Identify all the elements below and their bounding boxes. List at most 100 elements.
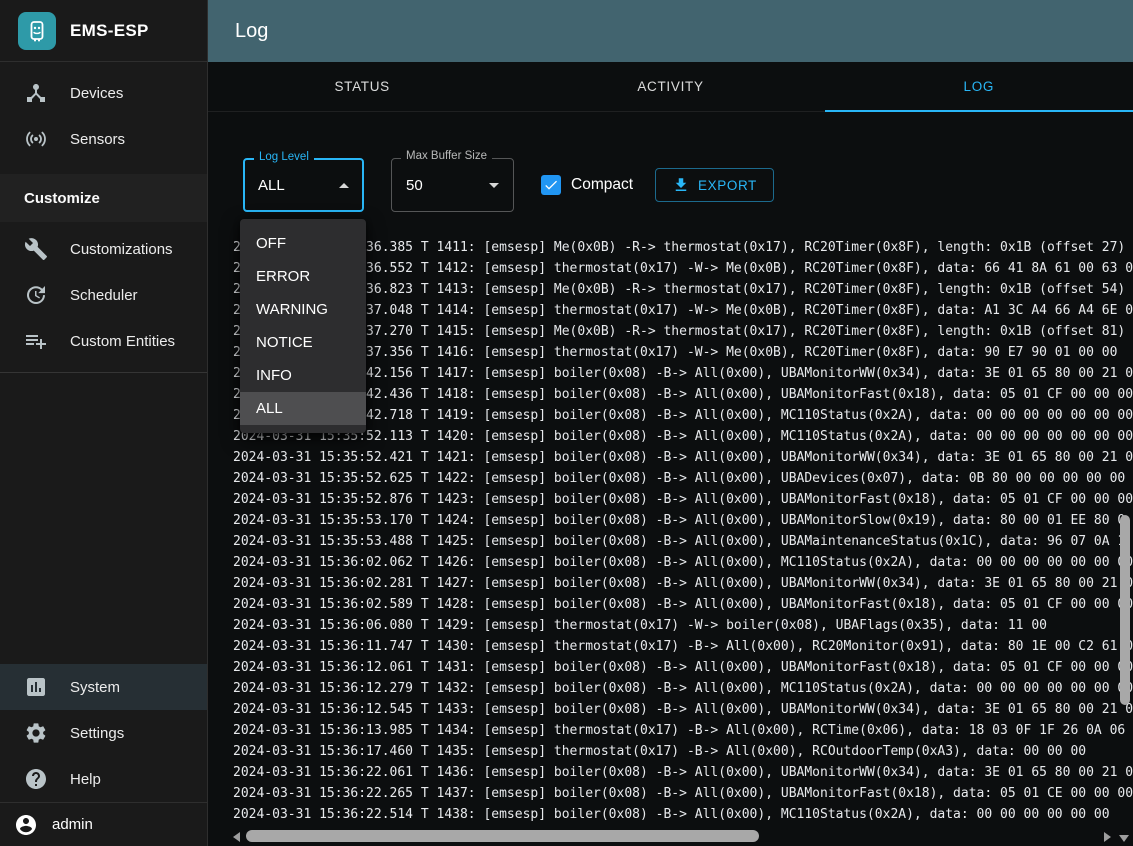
max-buffer-size-value: 50 xyxy=(406,177,481,194)
max-buffer-size-label: Max Buffer Size xyxy=(401,150,492,162)
log-line: 2024-03-31 15:36:02.281 T 1427: [emsesp]… xyxy=(233,573,1133,594)
sidebar-item-devices[interactable]: Devices xyxy=(0,70,207,116)
log-lines: 2024-03-31 15:35:36.385 T 1411: [emsesp]… xyxy=(233,237,1133,825)
tab-status[interactable]: STATUS xyxy=(208,62,516,111)
log-line: 2024-03-31 15:36:02.062 T 1426: [emsesp]… xyxy=(233,552,1133,573)
sidebar-item-customizations[interactable]: Customizations xyxy=(0,226,207,272)
sidebar-bottom-group: System Settings Help xyxy=(0,664,207,802)
sidebar-item-custom-entities[interactable]: Custom Entities xyxy=(0,318,207,364)
log-level-menu: OFFERRORWARNINGNOTICEINFOALL xyxy=(240,219,366,433)
sidebar-section-customize: Customize xyxy=(0,174,207,222)
sidebar-item-sensors[interactable]: Sensors xyxy=(0,116,207,162)
log-line: 2024-03-31 15:35:53.488 T 1425: [emsesp]… xyxy=(233,531,1133,552)
log-line: 2024-03-31 15:36:22.514 T 1438: [emsesp]… xyxy=(233,804,1133,825)
max-buffer-size-select[interactable]: Max Buffer Size 50 xyxy=(391,158,514,212)
playlist-add-icon xyxy=(24,329,48,353)
log-line: 2024-03-31 15:36:13.985 T 1434: [emsesp]… xyxy=(233,720,1133,741)
vertical-scrollbar-thumb[interactable] xyxy=(1120,515,1130,705)
horizontal-scrollbar[interactable] xyxy=(233,830,1111,843)
tab-activity[interactable]: ACTIVITY xyxy=(516,62,824,111)
log-line: 2024-03-31 15:36:22.265 T 1437: [emsesp]… xyxy=(233,783,1133,804)
sidebar-item-settings[interactable]: Settings xyxy=(0,710,207,756)
log-level-select-value: ALL xyxy=(258,177,331,194)
app-title: EMS-ESP xyxy=(70,21,149,41)
gear-icon xyxy=(24,721,48,745)
chevron-up-icon xyxy=(339,183,349,188)
check-icon xyxy=(543,177,559,193)
help-icon xyxy=(24,767,48,791)
log-level-select[interactable]: Log Level ALL xyxy=(243,158,364,212)
log-line: 2024-03-31 15:36:12.545 T 1433: [emsesp]… xyxy=(233,699,1133,720)
log-line: 2024-03-31 15:35:36.385 T 1411: [emsesp]… xyxy=(233,237,1133,258)
sidebar-item-label: System xyxy=(70,679,120,696)
sidebar-item-system[interactable]: System xyxy=(0,664,207,710)
clock-update-icon xyxy=(24,283,48,307)
device-hub-icon xyxy=(24,81,48,105)
log-line: 2024-03-31 15:35:52.421 T 1421: [emsesp]… xyxy=(233,447,1133,468)
log-line: 2024-03-31 15:35:53.170 T 1424: [emsesp]… xyxy=(233,510,1133,531)
chevron-down-icon xyxy=(489,183,499,188)
log-line: 2024-03-31 15:35:36.823 T 1413: [emsesp]… xyxy=(233,279,1133,300)
log-level-option[interactable]: ALL xyxy=(240,392,366,425)
log-level-option[interactable]: OFF xyxy=(240,227,366,260)
sensors-icon xyxy=(24,127,48,151)
bar-chart-icon xyxy=(24,675,48,699)
log-line: 2024-03-31 15:35:42.718 T 1419: [emsesp]… xyxy=(233,405,1133,426)
log-level-option[interactable]: WARNING xyxy=(240,293,366,326)
compact-checkbox-group[interactable]: Compact xyxy=(541,175,633,195)
log-line: 2024-03-31 15:36:06.080 T 1429: [emsesp]… xyxy=(233,615,1133,636)
sidebar-item-label: Scheduler xyxy=(70,287,138,304)
tab-log[interactable]: LOG xyxy=(825,62,1133,111)
log-line: 2024-03-31 15:35:52.625 T 1422: [emsesp]… xyxy=(233,468,1133,489)
download-icon xyxy=(672,176,690,194)
username: admin xyxy=(52,816,93,833)
log-line: 2024-03-31 15:35:42.436 T 1418: [emsesp]… xyxy=(233,384,1133,405)
log-line: 2024-03-31 15:36:22.061 T 1436: [emsesp]… xyxy=(233,762,1133,783)
scrollbar-down-arrow[interactable] xyxy=(1119,835,1129,842)
log-line: 2024-03-31 15:36:11.747 T 1430: [emsesp]… xyxy=(233,636,1133,657)
log-level-select-label: Log Level xyxy=(254,151,314,163)
wrench-icon xyxy=(24,237,48,261)
log-line: 2024-03-31 15:36:17.460 T 1435: [emsesp]… xyxy=(233,741,1133,762)
page-title: Log xyxy=(235,20,268,43)
log-line: 2024-03-31 15:35:37.356 T 1416: [emsesp]… xyxy=(233,342,1133,363)
log-level-menu-list: OFFERRORWARNINGNOTICEINFOALL xyxy=(240,227,366,425)
account-circle-icon xyxy=(14,813,38,837)
compact-checkbox-label: Compact xyxy=(571,176,633,194)
sidebar-item-label: Sensors xyxy=(70,131,125,148)
scrollbar-left-arrow[interactable] xyxy=(233,832,240,842)
ems-esp-logo-icon xyxy=(18,12,56,50)
brand: EMS-ESP xyxy=(0,0,207,62)
export-button-label: EXPORT xyxy=(698,178,757,193)
log-line: 2024-03-31 15:36:12.061 T 1431: [emsesp]… xyxy=(233,657,1133,678)
app-bar: Log xyxy=(208,0,1133,62)
log-line: 2024-03-31 15:35:42.156 T 1417: [emsesp]… xyxy=(233,363,1133,384)
sidebar-item-label: Settings xyxy=(70,725,124,742)
sidebar-item-label: Devices xyxy=(70,85,123,102)
sidebar: EMS-ESP Devices Sensors Customize C xyxy=(0,0,208,846)
log-line: 2024-03-31 15:35:36.552 T 1412: [emsesp]… xyxy=(233,258,1133,279)
log-level-option[interactable]: ERROR xyxy=(240,260,366,293)
log-line: 2024-03-31 15:35:52.876 T 1423: [emsesp]… xyxy=(233,489,1133,510)
main-area: Log STATUS ACTIVITY LOG Log Level ALL Ma… xyxy=(208,0,1133,846)
log-line: 2024-03-31 15:36:12.279 T 1432: [emsesp]… xyxy=(233,678,1133,699)
sidebar-item-scheduler[interactable]: Scheduler xyxy=(0,272,207,318)
scrollbar-right-arrow[interactable] xyxy=(1104,832,1111,842)
log-line: 2024-03-31 15:35:37.270 T 1415: [emsesp]… xyxy=(233,321,1133,342)
tab-bar: STATUS ACTIVITY LOG xyxy=(208,62,1133,112)
user-footer[interactable]: admin xyxy=(0,802,207,846)
ems-esp-app: EMS-ESP Devices Sensors Customize C xyxy=(0,0,1133,846)
sidebar-item-help[interactable]: Help xyxy=(0,756,207,802)
compact-checkbox[interactable] xyxy=(541,175,561,195)
log-controls: Log Level ALL Max Buffer Size 50 Compact… xyxy=(243,158,1113,212)
log-line: 2024-03-31 15:35:52.113 T 1420: [emsesp]… xyxy=(233,426,1133,447)
sidebar-item-label: Customizations xyxy=(70,241,173,258)
horizontal-scrollbar-thumb[interactable] xyxy=(246,830,759,842)
log-level-option[interactable]: NOTICE xyxy=(240,326,366,359)
sidebar-divider xyxy=(0,372,207,373)
log-line: 2024-03-31 15:36:02.589 T 1428: [emsesp]… xyxy=(233,594,1133,615)
sidebar-item-label: Help xyxy=(70,771,101,788)
sidebar-nav: Devices Sensors Customize Customizations xyxy=(0,62,207,381)
log-level-option[interactable]: INFO xyxy=(240,359,366,392)
export-button[interactable]: EXPORT xyxy=(655,168,774,202)
